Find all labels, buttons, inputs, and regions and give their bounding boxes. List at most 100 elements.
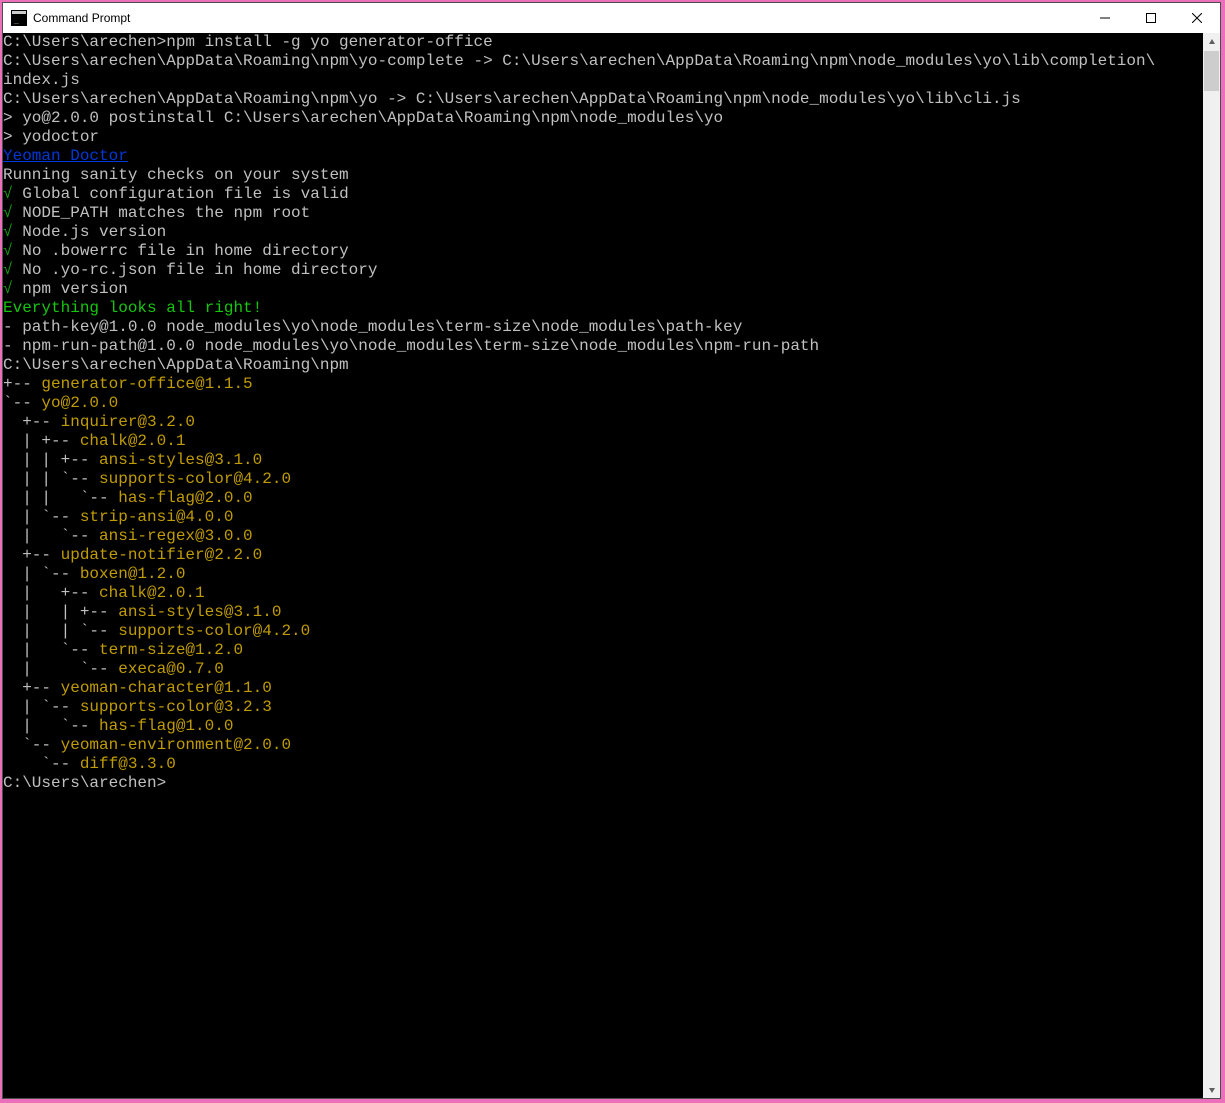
terminal-line: √ Node.js version — [3, 223, 1203, 242]
terminal-line: | | `-- supports-color@4.2.0 — [3, 622, 1203, 641]
terminal-text: | | `-- — [3, 622, 118, 640]
terminal-text: supports-color@3.2.3 — [80, 698, 272, 716]
terminal-line: | `-- strip-ansi@4.0.0 — [3, 508, 1203, 527]
terminal-text: +-- — [3, 679, 61, 697]
terminal-output[interactable]: C:\Users\arechen>npm install -g yo gener… — [3, 33, 1203, 1098]
terminal-text: | +-- — [3, 432, 80, 450]
terminal-text: | | `-- — [3, 470, 99, 488]
terminal-text: √ — [3, 223, 13, 241]
terminal-text: diff@3.3.0 — [80, 755, 176, 773]
terminal-text: boxen@1.2.0 — [80, 565, 186, 583]
terminal-text: | | +-- — [3, 451, 99, 469]
terminal-line: | `-- boxen@1.2.0 — [3, 565, 1203, 584]
terminal-text: strip-ansi@4.0.0 — [80, 508, 234, 526]
terminal-text: ansi-styles@3.1.0 — [99, 451, 262, 469]
terminal-text: chalk@2.0.1 — [99, 584, 205, 602]
terminal-text: yo@2.0.0 — [41, 394, 118, 412]
terminal-text: C:\Users\arechen\AppData\Roaming\npm — [3, 356, 349, 374]
terminal-line: | `-- execa@0.7.0 — [3, 660, 1203, 679]
vertical-scrollbar[interactable] — [1203, 33, 1220, 1098]
terminal-line: | | `-- supports-color@4.2.0 — [3, 470, 1203, 489]
terminal-line: C:\Users\arechen\AppData\Roaming\npm — [3, 356, 1203, 375]
terminal-text: √ — [3, 261, 13, 279]
terminal-line: C:\Users\arechen> — [3, 774, 1203, 793]
terminal-line: | | +-- ansi-styles@3.1.0 — [3, 451, 1203, 470]
terminal-text: √ — [3, 242, 13, 260]
terminal-line: C:\Users\arechen\AppData\Roaming\npm\yo … — [3, 90, 1203, 109]
terminal-line: | `-- ansi-regex@3.0.0 — [3, 527, 1203, 546]
terminal-text: | `-- — [3, 508, 80, 526]
terminal-text: | `-- — [3, 641, 99, 659]
terminal-line: - npm-run-path@1.0.0 node_modules\yo\nod… — [3, 337, 1203, 356]
terminal-text: | `-- — [3, 717, 99, 735]
terminal-text: has-flag@2.0.0 — [118, 489, 252, 507]
terminal-text: +-- — [3, 546, 61, 564]
terminal-text: `-- — [3, 755, 80, 773]
terminal-line: √ npm version — [3, 280, 1203, 299]
terminal-line: +-- inquirer@3.2.0 — [3, 413, 1203, 432]
terminal-text: NODE_PATH matches the npm root — [13, 204, 311, 222]
terminal-text: | | +-- — [3, 603, 118, 621]
terminal-text: - path-key@1.0.0 node_modules\yo\node_mo… — [3, 318, 742, 336]
terminal-text: ansi-styles@3.1.0 — [118, 603, 281, 621]
terminal-text: No .bowerrc file in home directory — [13, 242, 349, 260]
terminal-line: √ Global configuration file is valid — [3, 185, 1203, 204]
terminal-text: √ — [3, 204, 13, 222]
terminal-text: has-flag@1.0.0 — [99, 717, 233, 735]
scroll-up-button[interactable] — [1203, 33, 1220, 50]
terminal-line: `-- yeoman-environment@2.0.0 — [3, 736, 1203, 755]
terminal-text: C:\Users\arechen\AppData\Roaming\npm\yo … — [3, 90, 1021, 108]
svg-text:_: _ — [14, 15, 19, 24]
terminal-text: √ — [3, 280, 13, 298]
terminal-text: +-- — [3, 375, 41, 393]
terminal-text: | `-- — [3, 660, 118, 678]
terminal-line: √ No .yo-rc.json file in home directory — [3, 261, 1203, 280]
terminal-line: C:\Users\arechen\AppData\Roaming\npm\yo-… — [3, 52, 1203, 71]
terminal-text: chalk@2.0.1 — [80, 432, 186, 450]
terminal-text: ansi-regex@3.0.0 — [99, 527, 253, 545]
terminal-line: | `-- supports-color@3.2.3 — [3, 698, 1203, 717]
terminal-line: Everything looks all right! — [3, 299, 1203, 318]
terminal-text: inquirer@3.2.0 — [61, 413, 195, 431]
terminal-text: | | `-- — [3, 489, 118, 507]
terminal-text: C:\Users\arechen>npm install -g yo gener… — [3, 33, 493, 51]
window-frame: _ Command Prompt C:\Users\arechen>npm in… — [2, 2, 1221, 1099]
terminal-line: Yeoman Doctor — [3, 147, 1203, 166]
terminal-text: generator-office@1.1.5 — [41, 375, 252, 393]
minimize-button[interactable] — [1082, 3, 1128, 33]
terminal-text: > yodoctor — [3, 128, 99, 146]
cmd-icon: _ — [11, 10, 27, 26]
terminal-text: execa@0.7.0 — [118, 660, 224, 678]
terminal-text: Node.js version — [13, 223, 167, 241]
terminal-text: | `-- — [3, 565, 80, 583]
terminal-line: | +-- chalk@2.0.1 — [3, 584, 1203, 603]
terminal-text: > yo@2.0.0 postinstall C:\Users\arechen\… — [3, 109, 723, 127]
terminal-text: `-- — [3, 736, 61, 754]
titlebar[interactable]: _ Command Prompt — [3, 3, 1220, 33]
terminal-text: update-notifier@2.2.0 — [61, 546, 263, 564]
terminal-text: index.js — [3, 71, 80, 89]
terminal-line: - path-key@1.0.0 node_modules\yo\node_mo… — [3, 318, 1203, 337]
terminal-line: Running sanity checks on your system — [3, 166, 1203, 185]
terminal-line: C:\Users\arechen>npm install -g yo gener… — [3, 33, 1203, 52]
terminal-line: index.js — [3, 71, 1203, 90]
terminal-text: yeoman-character@1.1.0 — [61, 679, 272, 697]
terminal-line: `-- diff@3.3.0 — [3, 755, 1203, 774]
yeoman-doctor-link[interactable]: Yeoman Doctor — [3, 147, 128, 165]
terminal-text: - npm-run-path@1.0.0 node_modules\yo\nod… — [3, 337, 819, 355]
terminal-line: +-- generator-office@1.1.5 — [3, 375, 1203, 394]
terminal-text: +-- — [3, 413, 61, 431]
terminal-line: | | `-- has-flag@2.0.0 — [3, 489, 1203, 508]
scroll-down-button[interactable] — [1203, 1081, 1220, 1098]
terminal-text: Running sanity checks on your system — [3, 166, 349, 184]
terminal-text: | `-- — [3, 698, 80, 716]
scroll-thumb[interactable] — [1204, 51, 1219, 91]
terminal-line: | +-- chalk@2.0.1 — [3, 432, 1203, 451]
terminal-text: | +-- — [3, 584, 99, 602]
maximize-button[interactable] — [1128, 3, 1174, 33]
terminal-line: | `-- term-size@1.2.0 — [3, 641, 1203, 660]
close-button[interactable] — [1174, 3, 1220, 33]
terminal-line: +-- update-notifier@2.2.0 — [3, 546, 1203, 565]
terminal-text: `-- — [3, 394, 41, 412]
terminal-text: C:\Users\arechen> — [3, 774, 166, 792]
